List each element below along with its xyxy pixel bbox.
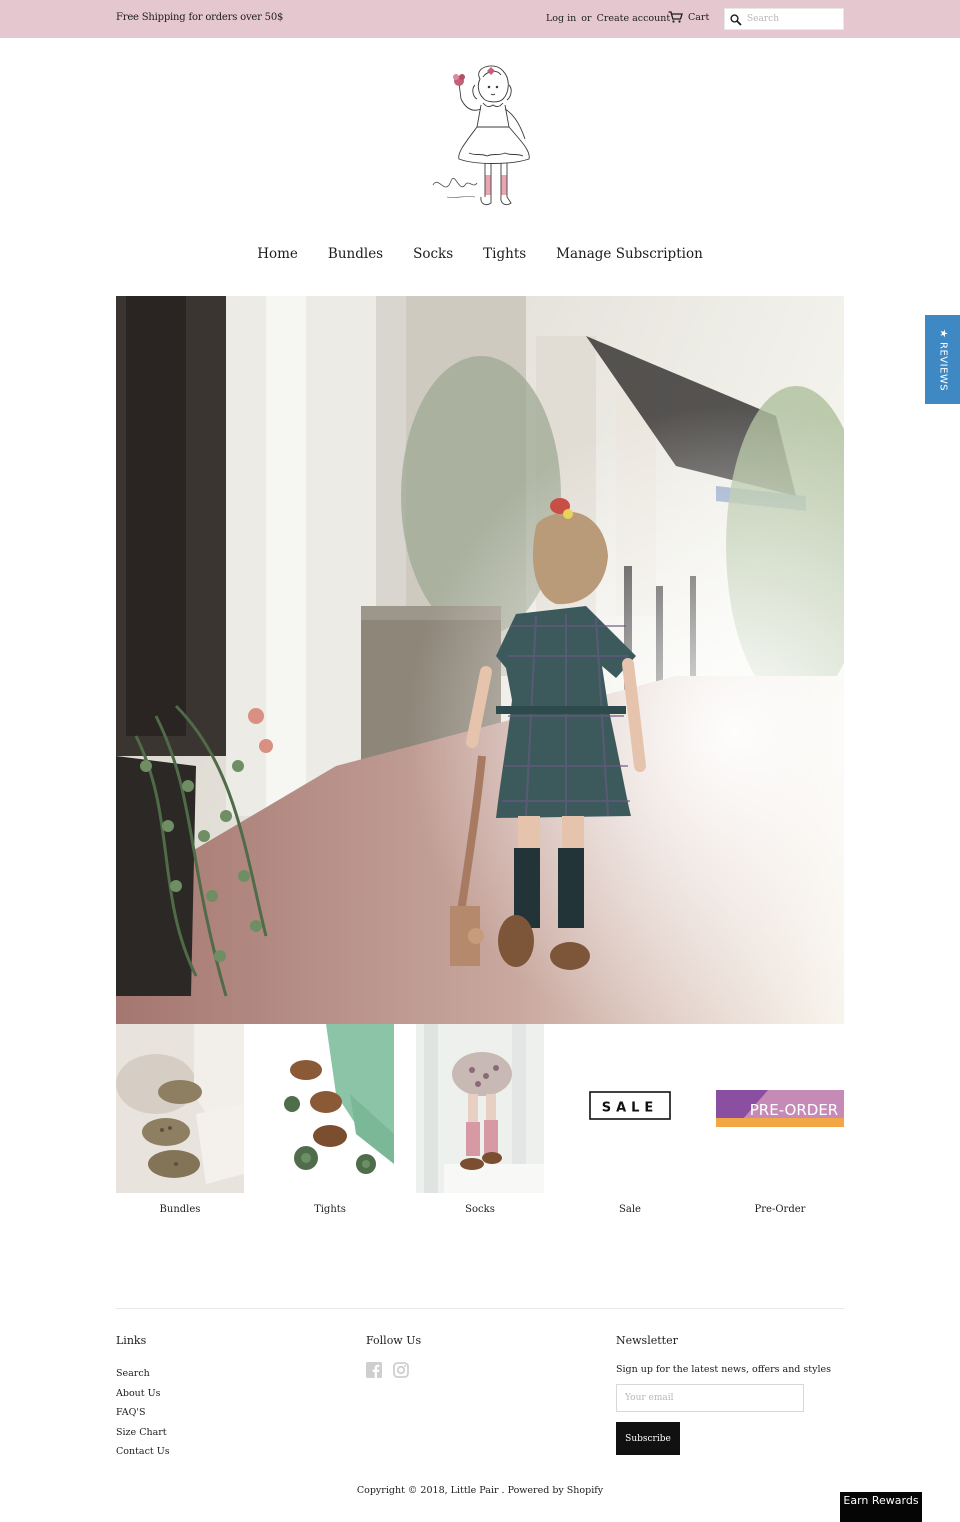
account-links: Log in or Create account	[546, 13, 670, 24]
nav-bundles[interactable]: Bundles	[328, 246, 383, 262]
copyright: Copyright © 2018, Little Pair . Powered …	[356, 1485, 604, 1496]
shipping-promo: Free Shipping for orders over 50$	[116, 12, 284, 23]
cart-icon	[668, 11, 683, 23]
collection-bundles[interactable]: Bundles	[116, 1024, 244, 1215]
collection-image-tights[interactable]	[266, 1024, 394, 1193]
collection-label[interactable]: Sale	[566, 1204, 694, 1215]
or-text: or	[581, 13, 592, 24]
instagram-icon[interactable]	[393, 1362, 409, 1378]
footer-newsletter: Newsletter Sign up for the latest news, …	[616, 1334, 831, 1455]
pre-order-image-text: PRE-ORDER	[750, 1101, 838, 1119]
subscribe-button[interactable]: Subscribe	[616, 1422, 680, 1455]
footer-newsletter-title: Newsletter	[616, 1334, 678, 1347]
nav-socks[interactable]: Socks	[413, 246, 453, 262]
footer-links: Links Search About Us FAQ'S Size Chart C…	[116, 1334, 170, 1462]
cart-label: Cart	[688, 11, 710, 23]
cart-link[interactable]: Cart	[668, 11, 709, 23]
search-box	[724, 8, 844, 30]
collection-image-pre-order[interactable]: PRE-ORDER	[716, 1024, 844, 1193]
collection-grid: Bundles Tights Socks SALE Sale PRE-ORDER…	[116, 1024, 844, 1224]
social-links	[366, 1362, 421, 1378]
newsletter-description: Sign up for the latest news, offers and …	[616, 1364, 832, 1375]
footer-follow: Follow Us	[366, 1334, 421, 1378]
facebook-icon[interactable]	[366, 1362, 382, 1378]
collection-tights[interactable]: Tights	[266, 1024, 394, 1215]
footer-link-size-chart[interactable]: Size Chart	[116, 1427, 167, 1438]
nav-manage-subscription[interactable]: Manage Subscription	[556, 246, 703, 262]
search-icon[interactable]	[730, 14, 742, 26]
top-bar: Free Shipping for orders over 50$ Log in…	[0, 0, 960, 38]
login-link[interactable]: Log in	[546, 13, 576, 24]
collection-image-sale[interactable]: SALE	[566, 1024, 694, 1193]
collection-image-socks[interactable]	[416, 1024, 544, 1193]
collection-sale[interactable]: SALE Sale	[566, 1024, 694, 1215]
hero-image	[116, 296, 844, 1024]
earn-rewards-button[interactable]: Earn Rewards	[840, 1492, 922, 1522]
email-field[interactable]	[616, 1384, 804, 1412]
collection-label[interactable]: Tights	[266, 1204, 394, 1215]
footer-links-title: Links	[116, 1334, 147, 1347]
footer-link-search[interactable]: Search	[116, 1368, 150, 1379]
nav-home[interactable]: Home	[257, 246, 298, 262]
collection-socks[interactable]: Socks	[416, 1024, 544, 1215]
reviews-tab-label: ★ REVIEWS	[937, 328, 948, 391]
search-input[interactable]	[747, 11, 841, 27]
collection-pre-order[interactable]: PRE-ORDER Pre-Order	[716, 1024, 844, 1215]
logo-girl-illustration	[432, 65, 530, 206]
footer-link-about-us[interactable]: About Us	[116, 1388, 161, 1399]
sale-image-text: SALE	[602, 1101, 659, 1116]
footer-link-contact-us[interactable]: Contact Us	[116, 1446, 170, 1457]
create-account-link[interactable]: Create account	[597, 13, 671, 24]
collection-label[interactable]: Socks	[416, 1204, 544, 1215]
collection-label[interactable]: Pre-Order	[716, 1204, 844, 1215]
reviews-tab[interactable]: ★ REVIEWS	[925, 315, 960, 404]
footer-divider	[116, 1308, 844, 1309]
collection-label[interactable]: Bundles	[116, 1204, 244, 1215]
footer-link-faqs[interactable]: FAQ'S	[116, 1407, 146, 1418]
nav-tights[interactable]: Tights	[483, 246, 526, 262]
footer-follow-title: Follow Us	[366, 1334, 422, 1347]
collection-image-bundles[interactable]	[116, 1024, 244, 1193]
site-logo[interactable]	[425, 57, 540, 219]
main-nav: Home Bundles Socks Tights Manage Subscri…	[0, 246, 960, 262]
